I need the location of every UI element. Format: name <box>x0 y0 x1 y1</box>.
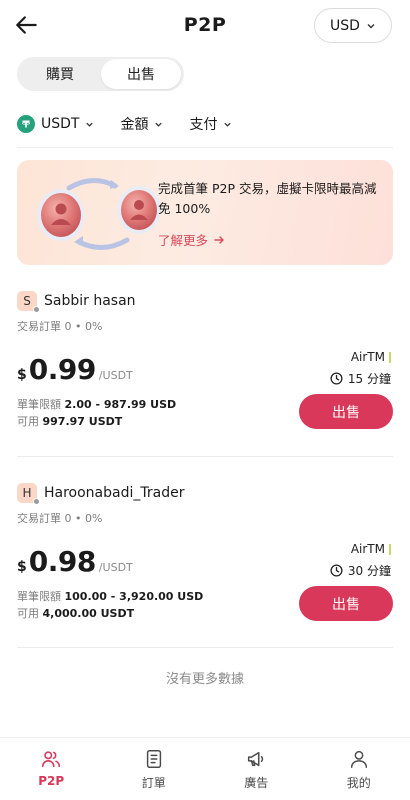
trader-name: Sabbir hasan <box>44 293 136 309</box>
tab-label: 訂單 <box>141 776 166 790</box>
sell-tab[interactable]: 出售 <box>101 59 181 89</box>
learn-more-link[interactable]: 了解更多 <box>158 230 225 249</box>
asset-filter[interactable]: USDT <box>17 115 94 133</box>
megaphone-icon <box>248 751 264 767</box>
currency-selector[interactable]: USD <box>314 8 392 43</box>
promo-banner[interactable]: 完成首筆 P2P 交易，虛擬卡限時最高減免 100% 了解更多 <box>17 160 393 265</box>
clock-icon <box>330 372 343 385</box>
currency-label: USD <box>330 17 360 34</box>
payment-method-label: AirTM <box>350 350 385 364</box>
limit-label: 單筆限額 <box>17 590 61 603</box>
payment-method-label: AirTM <box>350 542 385 556</box>
trade-stats: 交易訂單 0 • 0% <box>17 320 103 333</box>
tab-orders[interactable]: 訂單 <box>103 738 206 800</box>
divider <box>17 147 393 148</box>
tab-p2p[interactable]: P2P <box>0 738 103 800</box>
payment-filter[interactable]: 支付 <box>189 114 232 134</box>
chevron-down-icon <box>86 122 94 127</box>
payment-method: AirTM <box>351 350 391 364</box>
bottom-tab-bar: P2P 訂單 廣告 我的 <box>0 737 410 800</box>
payment-time-label: 15 分鐘 <box>347 372 391 386</box>
amount-filter[interactable]: 金額 <box>120 114 163 134</box>
buy-tab[interactable]: 購買 <box>20 59 100 89</box>
price-unit: /USDT <box>98 369 133 382</box>
avatar-initial: S <box>23 294 31 308</box>
divider <box>17 456 393 457</box>
available-value: 4,000.00 USDT <box>42 607 135 620</box>
tab-label: 廣告 <box>244 776 269 790</box>
tab-ads[interactable]: 廣告 <box>205 738 308 800</box>
profile-icon <box>350 750 367 768</box>
available-label: 可用 <box>17 415 39 428</box>
currency-symbol: $ <box>17 559 27 575</box>
usdt-icon <box>17 115 35 133</box>
avatar-initial: H <box>22 486 32 500</box>
price: 0.99 <box>28 353 97 386</box>
limits: 單筆限額 100.00 - 3,920.00 USD 可用 4,000.00 U… <box>17 588 203 622</box>
ad-listing: S Sabbir hasan 交易訂單 0 • 0% AirTM $ 0.99 … <box>17 290 393 440</box>
arrow-right-icon <box>214 235 225 244</box>
available-label: 可用 <box>17 607 39 620</box>
trader-info[interactable]: S Sabbir hasan <box>17 290 393 313</box>
no-more-data: 沒有更多數據 <box>165 672 244 687</box>
filter-bar: USDT 金額 支付 <box>17 112 258 136</box>
clock-icon <box>330 564 343 577</box>
status-dot <box>33 498 40 505</box>
status-dot <box>33 306 40 313</box>
currency-symbol: $ <box>17 367 27 383</box>
promo-text: 完成首筆 P2P 交易，虛擬卡限時最高減免 100% <box>158 181 377 216</box>
price-row: $ 0.99 /USDT <box>17 353 133 386</box>
payment-time-label: 30 分鐘 <box>347 564 391 578</box>
limit-value: 100.00 - 3,920.00 USD <box>64 590 204 603</box>
tab-label: P2P <box>38 774 65 788</box>
payment-method-bar <box>389 543 391 555</box>
chevron-down-icon <box>224 122 232 127</box>
trade-stats: 交易訂單 0 • 0% <box>17 512 103 525</box>
users-icon <box>42 751 61 768</box>
price: 0.98 <box>28 545 97 578</box>
payment-time: 15 分鐘 <box>330 370 391 387</box>
chevron-down-icon <box>155 122 163 127</box>
payment-method-bar <box>389 351 391 363</box>
available-value: 997.97 USDT <box>42 415 123 428</box>
buy-sell-toggle: 購買 出售 <box>17 57 184 91</box>
sell-button[interactable]: 出售 <box>299 394 393 429</box>
limit-label: 單筆限額 <box>17 398 61 411</box>
payment-filter-label: 支付 <box>189 117 218 133</box>
price-row: $ 0.98 /USDT <box>17 545 133 578</box>
sell-button[interactable]: 出售 <box>299 586 393 621</box>
limits: 單筆限額 2.00 - 987.99 USD 可用 997.97 USDT <box>17 396 176 430</box>
orders-icon <box>146 750 161 768</box>
chevron-down-icon <box>367 23 375 28</box>
trader-name: Haroonabadi_Trader <box>44 485 185 501</box>
learn-more-label: 了解更多 <box>158 233 209 248</box>
ad-listing: H Haroonabadi_Trader 交易訂單 0 • 0% AirTM $… <box>17 482 393 632</box>
tab-profile[interactable]: 我的 <box>308 738 410 800</box>
top-bar: P2P USD <box>0 0 410 52</box>
coin-exchange-illustration <box>37 178 161 250</box>
trader-info[interactable]: H Haroonabadi_Trader <box>17 482 393 505</box>
limit-value: 2.00 - 987.99 USD <box>64 398 177 411</box>
amount-filter-label: 金額 <box>120 117 149 133</box>
payment-time: 30 分鐘 <box>330 562 391 579</box>
price-unit: /USDT <box>98 561 133 574</box>
payment-method: AirTM <box>351 542 391 556</box>
tab-label: 我的 <box>346 776 371 790</box>
avatar: S <box>17 291 40 313</box>
avatar: H <box>17 483 40 505</box>
divider <box>17 647 393 648</box>
asset-filter-label: USDT <box>41 116 80 132</box>
